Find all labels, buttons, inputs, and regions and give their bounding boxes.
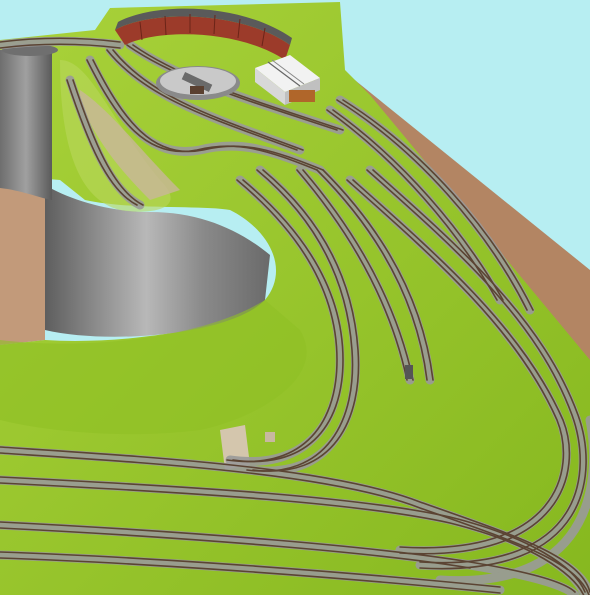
small-structure bbox=[265, 432, 275, 442]
turntable-icon bbox=[156, 66, 240, 100]
pit-wall-small bbox=[0, 48, 52, 200]
signal-post bbox=[405, 365, 413, 379]
railway-layout-scene bbox=[0, 0, 590, 595]
